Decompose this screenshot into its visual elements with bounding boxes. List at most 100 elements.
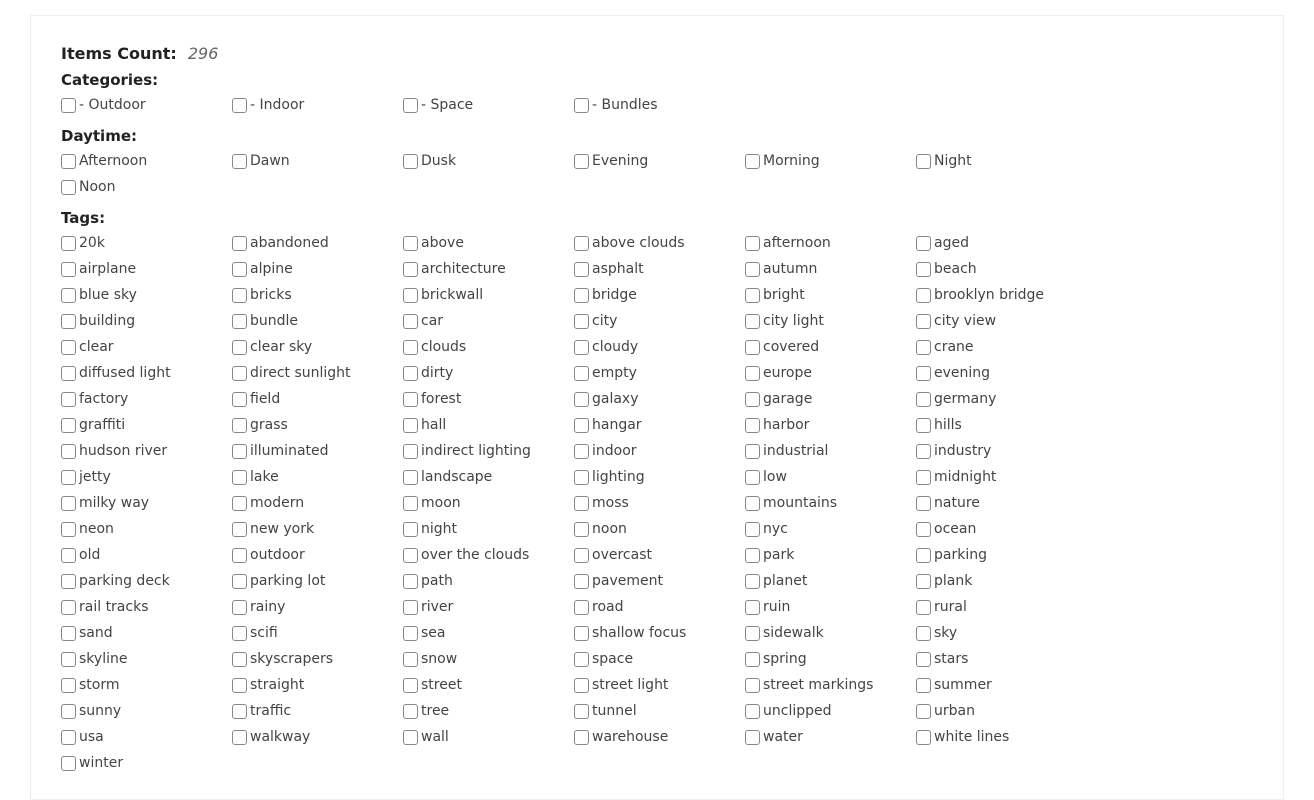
tags-checkbox-new-york[interactable] <box>232 522 247 537</box>
tags-checkbox-clear-sky[interactable] <box>232 340 247 355</box>
tags-checkbox-winter[interactable] <box>61 756 76 771</box>
tags-checkbox-lighting[interactable] <box>574 470 589 485</box>
categories-checkbox-bundles[interactable] <box>574 98 589 113</box>
tags-checkbox-plank[interactable] <box>916 574 931 589</box>
tags-checkbox-clouds[interactable] <box>403 340 418 355</box>
tags-checkbox-parking-deck[interactable] <box>61 574 76 589</box>
tags-checkbox-hills[interactable] <box>916 418 931 433</box>
tags-checkbox-sky[interactable] <box>916 626 931 641</box>
tags-checkbox-moss[interactable] <box>574 496 589 511</box>
tags-checkbox-alpine[interactable] <box>232 262 247 277</box>
tags-checkbox-milky-way[interactable] <box>61 496 76 511</box>
tags-checkbox-tree[interactable] <box>403 704 418 719</box>
tags-checkbox-building[interactable] <box>61 314 76 329</box>
tags-checkbox-illuminated[interactable] <box>232 444 247 459</box>
tags-checkbox-scifi[interactable] <box>232 626 247 641</box>
tags-checkbox-rail-tracks[interactable] <box>61 600 76 615</box>
tags-checkbox-ruin[interactable] <box>745 600 760 615</box>
tags-checkbox-street-markings[interactable] <box>745 678 760 693</box>
tags-checkbox-skyscrapers[interactable] <box>232 652 247 667</box>
tags-checkbox-low[interactable] <box>745 470 760 485</box>
categories-checkbox-indoor[interactable] <box>232 98 247 113</box>
tags-checkbox-above[interactable] <box>403 236 418 251</box>
tags-checkbox-galaxy[interactable] <box>574 392 589 407</box>
tags-checkbox-neon[interactable] <box>61 522 76 537</box>
tags-checkbox-urban[interactable] <box>916 704 931 719</box>
tags-checkbox-sidewalk[interactable] <box>745 626 760 641</box>
daytime-checkbox-dawn[interactable] <box>232 154 247 169</box>
tags-checkbox-traffic[interactable] <box>232 704 247 719</box>
tags-checkbox-shallow-focus[interactable] <box>574 626 589 641</box>
tags-checkbox-path[interactable] <box>403 574 418 589</box>
tags-checkbox-wall[interactable] <box>403 730 418 745</box>
tags-checkbox-bundle[interactable] <box>232 314 247 329</box>
tags-checkbox-summer[interactable] <box>916 678 931 693</box>
tags-checkbox-indoor[interactable] <box>574 444 589 459</box>
tags-checkbox-over-the-clouds[interactable] <box>403 548 418 563</box>
tags-checkbox-factory[interactable] <box>61 392 76 407</box>
tags-checkbox-bridge[interactable] <box>574 288 589 303</box>
categories-checkbox-outdoor[interactable] <box>61 98 76 113</box>
tags-checkbox-water[interactable] <box>745 730 760 745</box>
tags-checkbox-crane[interactable] <box>916 340 931 355</box>
tags-checkbox-hangar[interactable] <box>574 418 589 433</box>
tags-checkbox-abandoned[interactable] <box>232 236 247 251</box>
tags-checkbox-dirty[interactable] <box>403 366 418 381</box>
tags-checkbox-landscape[interactable] <box>403 470 418 485</box>
tags-checkbox-nature[interactable] <box>916 496 931 511</box>
tags-checkbox-above-clouds[interactable] <box>574 236 589 251</box>
tags-checkbox-bright[interactable] <box>745 288 760 303</box>
tags-checkbox-river[interactable] <box>403 600 418 615</box>
tags-checkbox-asphalt[interactable] <box>574 262 589 277</box>
tags-checkbox-sand[interactable] <box>61 626 76 641</box>
tags-checkbox-space[interactable] <box>574 652 589 667</box>
categories-checkbox-space[interactable] <box>403 98 418 113</box>
tags-checkbox-harbor[interactable] <box>745 418 760 433</box>
tags-checkbox-germany[interactable] <box>916 392 931 407</box>
tags-checkbox-rainy[interactable] <box>232 600 247 615</box>
tags-checkbox-noon[interactable] <box>574 522 589 537</box>
tags-checkbox-hall[interactable] <box>403 418 418 433</box>
tags-checkbox-road[interactable] <box>574 600 589 615</box>
tags-checkbox-city-view[interactable] <box>916 314 931 329</box>
tags-checkbox-brooklyn-bridge[interactable] <box>916 288 931 303</box>
tags-checkbox-hudson-river[interactable] <box>61 444 76 459</box>
tags-checkbox-outdoor[interactable] <box>232 548 247 563</box>
tags-checkbox-parking-lot[interactable] <box>232 574 247 589</box>
tags-checkbox-modern[interactable] <box>232 496 247 511</box>
tags-checkbox-beach[interactable] <box>916 262 931 277</box>
tags-checkbox-airplane[interactable] <box>61 262 76 277</box>
tags-checkbox-white-lines[interactable] <box>916 730 931 745</box>
tags-checkbox-warehouse[interactable] <box>574 730 589 745</box>
tags-checkbox-rural[interactable] <box>916 600 931 615</box>
tags-checkbox-spring[interactable] <box>745 652 760 667</box>
tags-checkbox-usa[interactable] <box>61 730 76 745</box>
tags-checkbox-diffused-light[interactable] <box>61 366 76 381</box>
tags-checkbox-covered[interactable] <box>745 340 760 355</box>
tags-checkbox-afternoon[interactable] <box>745 236 760 251</box>
tags-checkbox-architecture[interactable] <box>403 262 418 277</box>
tags-checkbox-20k[interactable] <box>61 236 76 251</box>
daytime-checkbox-morning[interactable] <box>745 154 760 169</box>
tags-checkbox-direct-sunlight[interactable] <box>232 366 247 381</box>
tags-checkbox-aged[interactable] <box>916 236 931 251</box>
tags-checkbox-car[interactable] <box>403 314 418 329</box>
tags-checkbox-nyc[interactable] <box>745 522 760 537</box>
tags-checkbox-stars[interactable] <box>916 652 931 667</box>
tags-checkbox-walkway[interactable] <box>232 730 247 745</box>
daytime-checkbox-noon[interactable] <box>61 180 76 195</box>
tags-checkbox-indirect-lighting[interactable] <box>403 444 418 459</box>
tags-checkbox-street[interactable] <box>403 678 418 693</box>
tags-checkbox-forest[interactable] <box>403 392 418 407</box>
tags-checkbox-garage[interactable] <box>745 392 760 407</box>
tags-checkbox-jetty[interactable] <box>61 470 76 485</box>
tags-checkbox-night[interactable] <box>403 522 418 537</box>
tags-checkbox-grass[interactable] <box>232 418 247 433</box>
tags-checkbox-planet[interactable] <box>745 574 760 589</box>
tags-checkbox-unclipped[interactable] <box>745 704 760 719</box>
tags-checkbox-midnight[interactable] <box>916 470 931 485</box>
tags-checkbox-park[interactable] <box>745 548 760 563</box>
tags-checkbox-moon[interactable] <box>403 496 418 511</box>
tags-checkbox-parking[interactable] <box>916 548 931 563</box>
daytime-checkbox-night[interactable] <box>916 154 931 169</box>
